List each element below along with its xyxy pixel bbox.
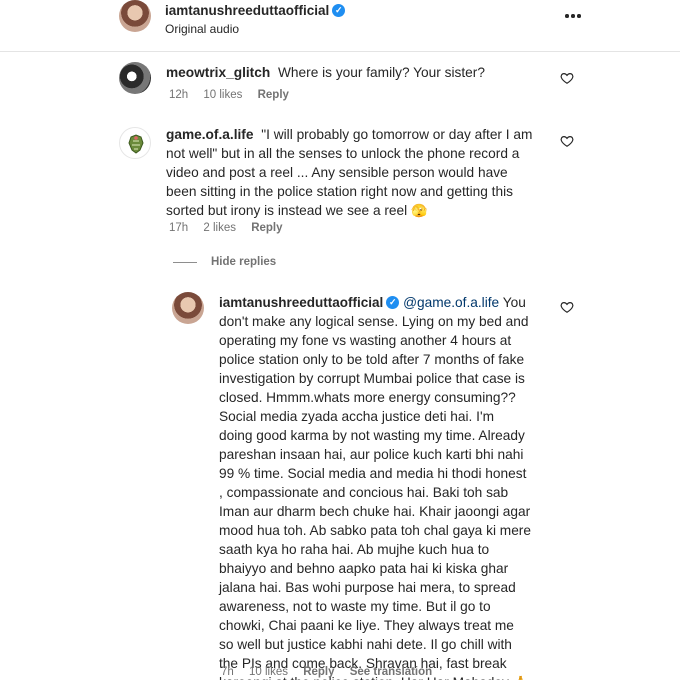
hide-replies-label: Hide replies (211, 256, 277, 268)
comment-text: Where is your family? Your sister? (278, 65, 485, 80)
reply-button[interactable]: Reply (258, 89, 289, 101)
mention-link[interactable]: @game.of.a.life (403, 295, 499, 310)
reply-body: iamtanushreeduttaofficial @game.of.a.lif… (219, 293, 531, 680)
owner-username-row[interactable]: iamtanushreeduttaofficial (165, 3, 346, 18)
post-header: iamtanushreeduttaofficial Original audio (0, 0, 680, 52)
comment-body: meowtrix_glitch Where is your family? Yo… (166, 63, 526, 82)
comment-likes[interactable]: 10 likes (203, 89, 242, 101)
reply-text: You don't make any logical sense. Lying … (219, 295, 531, 680)
commenter-avatar-meowtrix[interactable] (119, 62, 151, 94)
owner-avatar[interactable] (119, 0, 151, 32)
reply-button[interactable]: Reply (303, 666, 334, 678)
like-heart-icon[interactable] (560, 71, 574, 85)
see-translation-button[interactable]: See translation (350, 666, 432, 678)
verified-badge-icon (332, 3, 346, 17)
hide-replies-button[interactable]: Hide replies (173, 256, 276, 268)
face-peeking-emoji: 🫣 (411, 203, 428, 218)
reply-time: 7h (221, 666, 234, 678)
reply-avatar[interactable] (172, 292, 204, 324)
reply-likes[interactable]: 10 likes (249, 666, 288, 678)
owner-username[interactable]: iamtanushreeduttaofficial (165, 3, 329, 18)
comment-meta: 17h 2 likes Reply (169, 222, 295, 234)
comment-time: 12h (169, 89, 189, 101)
reply-username[interactable]: iamtanushreeduttaofficial (219, 295, 383, 310)
folded-hands-emoji: 🙏 (513, 675, 529, 680)
commenter-username[interactable]: meowtrix_glitch (166, 65, 270, 80)
commenter-avatar-game[interactable] (119, 127, 151, 159)
comment-time: 17h (169, 222, 189, 234)
verified-badge-icon (386, 295, 400, 309)
comment-body: game.of.a.life "I will probably go tomor… (166, 125, 538, 220)
comment-meta: 12h 10 likes Reply (169, 89, 301, 101)
reply-button[interactable]: Reply (251, 222, 282, 234)
reply-meta: 7h 10 likes Reply See translation (221, 666, 444, 678)
like-heart-icon[interactable] (560, 134, 574, 148)
original-audio-link[interactable]: Original audio (165, 22, 239, 36)
comment-likes[interactable]: 2 likes (203, 222, 236, 234)
hide-replies-divider (173, 261, 197, 263)
more-horizontal-icon[interactable] (565, 14, 581, 18)
like-heart-icon[interactable] (560, 300, 574, 314)
commenter-username[interactable]: game.of.a.life (166, 127, 253, 142)
